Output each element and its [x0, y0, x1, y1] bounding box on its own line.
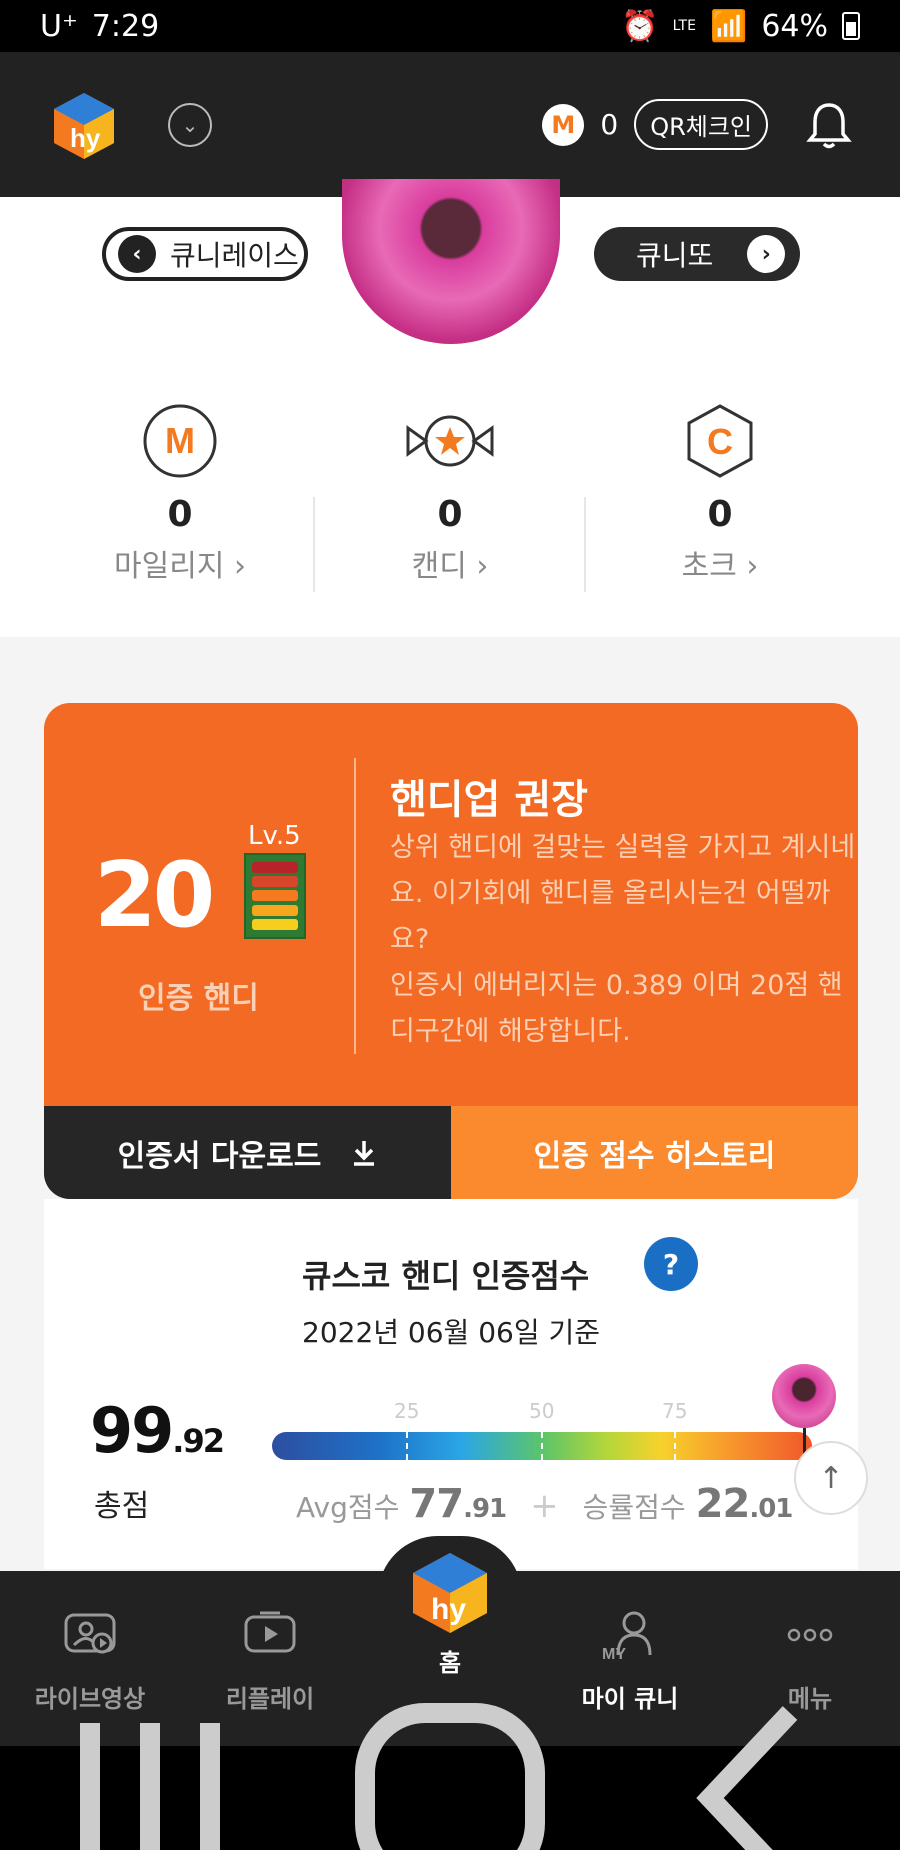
stat-divider [313, 497, 315, 592]
score-date: 2022년 06월 06일 기준 [302, 1316, 601, 1349]
tick-50 [541, 1432, 543, 1460]
chevron-down-icon: ⌄ [181, 112, 199, 137]
handicap-label: 인증 핸디 [138, 981, 259, 1016]
system-nav-bar [0, 1703, 900, 1850]
total-score-label: 총점 [94, 1489, 150, 1524]
card-divider [354, 758, 356, 1054]
download-certificate-label: 인증서 다운로드 [117, 1138, 322, 1174]
home-logo-icon: hy [413, 1553, 487, 1633]
profile-section: ‹ 큐니레이스 큐니또 › M 0 마일리지 › 0 캔디 › C 0 초크 › [0, 179, 900, 637]
win-score-int: 22 [695, 1481, 751, 1527]
svg-text:M: M [165, 420, 195, 461]
question-icon: ? [662, 1247, 680, 1281]
score-section: 큐스코 핸디 인증점수 ? 2022년 06월 06일 기준 99.92 총점 … [44, 1199, 858, 1569]
mileage-icon: M [143, 404, 217, 478]
app-logo-icon[interactable]: hy [48, 89, 120, 161]
alarm-icon: ⏰ [621, 8, 659, 44]
avg-score-dec: .91 [463, 1494, 507, 1524]
total-score-dec: .92 [172, 1422, 225, 1460]
prev-player-label: 큐니레이스 [170, 239, 299, 272]
help-button[interactable]: ? [644, 1237, 698, 1291]
battery-icon [842, 12, 860, 40]
live-video-icon [64, 1613, 116, 1654]
network-label: LTE [672, 18, 696, 34]
my-user-icon: MY [602, 1611, 652, 1663]
handicap-card: 20 Lv.5 인증 핸디 핸디업 권장 상위 핸디에 걸맞는 실력을 가지고 … [44, 703, 858, 1199]
next-player-button[interactable]: 큐니또 › [594, 227, 800, 281]
chevron-left-icon: ‹ [118, 235, 156, 273]
stat-divider [584, 497, 586, 592]
score-history-button[interactable]: 인증 점수 히스토리 [451, 1106, 858, 1199]
candy-label: 캔디 › [411, 549, 489, 584]
total-score: 99.92 [90, 1394, 225, 1467]
battery-percent: 64% [761, 8, 828, 44]
score-breakdown: Avg점수 77.91 + 승률점수 22.01 [296, 1481, 794, 1527]
home-button-icon[interactable] [300, 1673, 600, 1850]
score-title: 큐스코 핸디 인증점수 [302, 1257, 590, 1295]
app-header: hy ⌄ M 0 QR체크인 [0, 52, 900, 197]
avg-score-value: 77.91 [409, 1481, 507, 1527]
plus-sign: + [530, 1486, 559, 1526]
arrow-up-icon: ↑ [818, 1460, 844, 1496]
mileage-count: 0 [167, 494, 193, 535]
tick-label: 50 [529, 1399, 555, 1423]
avg-score-int: 77 [409, 1481, 464, 1527]
candy-count: 0 [437, 494, 463, 535]
recommend-title: 핸디업 권장 [390, 777, 588, 823]
total-score-int: 99 [90, 1394, 174, 1467]
mileage-stat[interactable]: M 0 마일리지 › [45, 402, 315, 585]
recommend-description-line: 상위 핸디에 걸맞는 실력을 가지고 계시네요. 이기회에 핸디를 올리시는건 … [390, 832, 856, 955]
replay-icon [244, 1611, 296, 1653]
recommend-description-line: 인증시 에버리지는 0.389 이며 20점 핸디구간에 해당합니다. [390, 970, 843, 1047]
carrier-label: U⁺ [40, 8, 78, 44]
profile-dropdown-button[interactable]: ⌄ [168, 102, 212, 147]
qr-checkin-button[interactable]: QR체크인 [634, 99, 768, 150]
more-dots-icon [787, 1628, 833, 1642]
score-history-label: 인증 점수 히스토리 [533, 1138, 776, 1174]
status-bar: U⁺ 7:29 ⏰ LTE 📶 64% [0, 0, 900, 52]
scroll-to-top-button[interactable]: ↑ [794, 1441, 868, 1515]
download-certificate-button[interactable]: 인증서 다운로드 [44, 1106, 451, 1199]
chevron-right-icon: › [747, 235, 786, 273]
avg-score-label: Avg점수 [296, 1491, 400, 1524]
tick-label: 75 [662, 1399, 688, 1423]
handicap-value: 20 [94, 843, 215, 948]
win-score-label: 승률점수 [582, 1491, 686, 1524]
recommend-description: 상위 핸디에 걸맞는 실력을 가지고 계시네요. 이기회에 핸디를 올리시는건 … [390, 825, 858, 1055]
chalk-label: 초크 › [681, 549, 759, 584]
next-player-label: 큐니또 [636, 239, 714, 272]
svg-text:hy: hy [70, 123, 101, 153]
win-score-dec: .01 [749, 1494, 793, 1524]
chalk-icon: C [687, 404, 753, 478]
handicap-level: Lv.5 [248, 821, 301, 851]
win-score-value: 22.01 [695, 1481, 794, 1527]
tick-label: 25 [394, 1399, 420, 1423]
chalk-stat[interactable]: C 0 초크 › [585, 402, 855, 585]
svg-text:C: C [707, 421, 733, 462]
tick-25 [406, 1432, 408, 1460]
level-meter [244, 853, 306, 939]
back-icon[interactable] [600, 1673, 900, 1850]
chalk-count: 0 [707, 494, 733, 535]
svg-text:MY: MY [602, 1646, 626, 1663]
signal-icon: 📶 [709, 8, 748, 44]
tick-75 [674, 1432, 676, 1460]
candy-icon [406, 415, 494, 467]
mileage-icon: M [542, 103, 585, 146]
mileage-label: 마일리지 › [114, 549, 246, 584]
bell-icon[interactable] [806, 100, 852, 150]
svg-text:hy: hy [431, 1593, 466, 1626]
mileage-value: 0 [600, 108, 619, 141]
recent-apps-icon[interactable] [0, 1673, 300, 1850]
clock: 7:29 [91, 8, 160, 44]
download-icon [354, 1140, 375, 1166]
prev-player-button[interactable]: ‹ 큐니레이스 [102, 227, 308, 281]
avatar[interactable] [342, 179, 560, 344]
score-marker-avatar [772, 1364, 836, 1428]
candy-stat[interactable]: 0 캔디 › [315, 402, 585, 585]
